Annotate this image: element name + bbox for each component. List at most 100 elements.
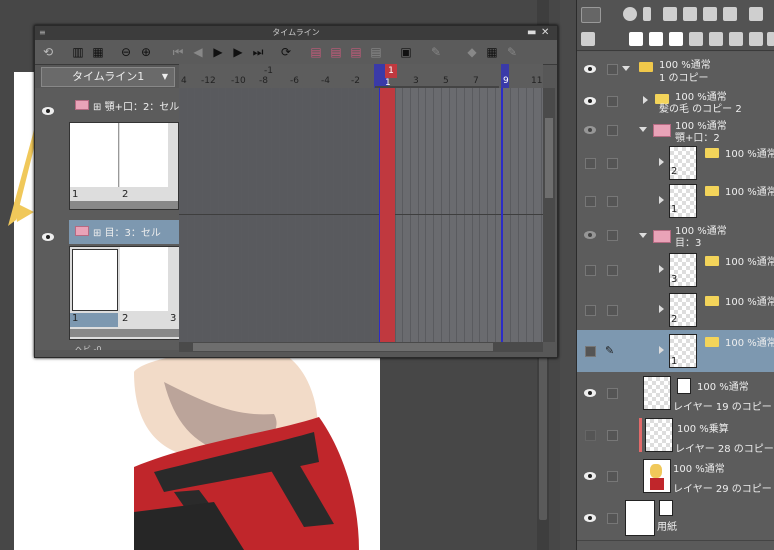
layer-row[interactable]: 100 %通常 顎+口：2 — [577, 116, 774, 145]
cel-thumbnail[interactable] — [70, 123, 119, 187]
expand-arrow-icon[interactable] — [659, 158, 664, 166]
play-icon[interactable]: ▶ — [211, 45, 225, 59]
grip-icon[interactable]: ≡ — [39, 26, 46, 40]
layer-stack-icon[interactable] — [581, 32, 595, 46]
first-frame-icon[interactable]: ⏮ — [171, 45, 185, 59]
expand-arrow-icon[interactable] — [659, 196, 664, 204]
layer-row[interactable]: 100 %乗算 レイヤー 28 のコピー — [577, 414, 774, 457]
clip-icon[interactable] — [749, 32, 763, 46]
layer-row[interactable]: 100 %通常 髪の毛 のコピー 2 — [577, 86, 774, 117]
frame-ruler[interactable]: 1 -1 4 -12 -10 -8 -6 -4 -2 1 3 5 7 9 11 — [179, 64, 543, 88]
visibility-checkbox[interactable] — [585, 346, 596, 357]
paste-icon[interactable]: ▦ — [485, 45, 499, 59]
zoom-out-icon[interactable]: ⊖ — [119, 45, 133, 59]
delete-cel-icon[interactable]: ▤ — [369, 45, 383, 59]
edit-icon[interactable]: ✎ — [505, 45, 519, 59]
lock-checkbox[interactable] — [607, 96, 618, 107]
lock-checkbox[interactable] — [607, 265, 618, 276]
visibility-eye-icon[interactable] — [583, 471, 597, 481]
expand-arrow-icon[interactable] — [659, 346, 664, 354]
track-row[interactable]: ⊞ 顎+口：2：セル 1 2 — [35, 88, 179, 214]
visibility-checkbox[interactable] — [585, 158, 596, 169]
new-raster-layer-icon[interactable] — [629, 32, 643, 46]
palette-icon[interactable] — [663, 7, 677, 21]
expand-arrow-icon[interactable] — [659, 305, 664, 313]
lock-checkbox[interactable] — [607, 513, 618, 524]
next-frame-icon[interactable]: ▶ — [231, 45, 245, 59]
collapse-arrow-icon[interactable] — [639, 233, 647, 238]
scroll-thumb[interactable] — [193, 343, 493, 351]
loop-icon[interactable]: ⟳ — [279, 45, 293, 59]
frame-view2-icon[interactable]: ▦ — [91, 45, 105, 59]
scroll-thumb[interactable] — [545, 118, 553, 198]
lock-checkbox[interactable] — [607, 430, 618, 441]
specify-cel-icon[interactable]: ▤ — [349, 45, 363, 59]
frame-view-icon[interactable]: ▥ — [71, 45, 85, 59]
collapse-arrow-icon[interactable] — [622, 66, 630, 71]
merge-down-icon[interactable] — [709, 32, 723, 46]
lock-checkbox[interactable] — [607, 196, 618, 207]
track-row[interactable]: ⊞ 目：3：セル 1 2 3 ヘビ -0 ... — [35, 220, 181, 350]
visibility-eye-icon[interactable] — [583, 230, 597, 240]
layer-row[interactable]: 100 %通常 2 — [577, 290, 774, 331]
lock-checkbox[interactable] — [607, 305, 618, 316]
visibility-checkbox[interactable] — [585, 430, 596, 441]
new-cel-icon[interactable]: ▤ — [329, 45, 343, 59]
visibility-checkbox[interactable] — [585, 196, 596, 207]
visibility-checkbox[interactable] — [585, 265, 596, 276]
new-folder-icon[interactable] — [669, 32, 683, 46]
mask-icon[interactable] — [623, 7, 637, 21]
expand-arrow-icon[interactable] — [659, 265, 664, 273]
cel-scrollbar[interactable] — [70, 201, 178, 209]
lock-alpha-icon[interactable] — [703, 7, 717, 21]
keyframe-icon[interactable]: ✎ — [429, 45, 443, 59]
onion-skin-icon[interactable]: ▣ — [399, 45, 413, 59]
timeline-horizontal-scrollbar[interactable] — [179, 342, 543, 352]
layer-row[interactable]: 100 %通常 1 のコピー — [577, 52, 774, 87]
color-icon[interactable] — [749, 7, 763, 21]
lock-checkbox[interactable] — [607, 64, 618, 75]
collapse-arrow-icon[interactable] — [639, 127, 647, 132]
visibility-eye-icon[interactable] — [583, 96, 597, 106]
timeline-selector[interactable]: タイムライン1 ▼ — [41, 67, 175, 87]
layer-row[interactable]: 100 %通常 目：3 — [577, 220, 774, 251]
layer-row[interactable]: 100 %通常 3 — [577, 250, 774, 291]
expand-arrow-icon[interactable] — [643, 96, 648, 104]
lock-checkbox[interactable] — [607, 230, 618, 241]
keyframe-diamond-icon[interactable]: ◆ — [465, 45, 479, 59]
current-frame-badge[interactable]: 1 — [385, 64, 397, 78]
visibility-eye-icon[interactable] — [583, 125, 597, 135]
timeline-titlebar[interactable]: タイムライン ≡ ▬ ✕ — [35, 26, 557, 40]
layer-row[interactable]: 100 %通常 レイヤー 29 のコピー — [577, 456, 774, 497]
cel-thumbnail[interactable] — [120, 247, 168, 311]
visibility-eye-icon[interactable] — [583, 64, 597, 74]
lock-checkbox[interactable] — [607, 388, 618, 399]
blend-mode-dropdown[interactable] — [581, 7, 601, 23]
visibility-eye-icon[interactable] — [583, 388, 597, 398]
minimize-icon[interactable]: ▬ — [527, 26, 536, 40]
transfer-down-icon[interactable] — [689, 32, 703, 46]
mask-add-icon[interactable] — [729, 32, 743, 46]
layer-row-selected[interactable]: ✎ 100 %通常 1 — [577, 330, 774, 373]
layer-row[interactable]: 100 %通常 1 — [577, 182, 774, 221]
layer-row[interactable]: 100 %通常 レイヤー 19 のコピー — [577, 372, 774, 415]
visibility-eye-icon[interactable] — [41, 232, 55, 242]
visibility-eye-icon[interactable] — [41, 106, 55, 116]
cel-scrollbar[interactable] — [70, 329, 180, 337]
zoom-in-icon[interactable]: ⊕ — [139, 45, 153, 59]
last-frame-icon[interactable]: ⏭ — [251, 45, 265, 59]
new-vector-layer-icon[interactable] — [649, 32, 663, 46]
layer-row[interactable]: 用紙 — [577, 496, 774, 541]
lock-checkbox[interactable] — [607, 125, 618, 136]
prev-frame-icon[interactable]: ◀ — [191, 45, 205, 59]
reference-icon[interactable] — [723, 7, 737, 21]
close-icon[interactable]: ✕ — [541, 26, 549, 40]
layer-row[interactable]: 100 %通常 2 — [577, 144, 774, 183]
new-animation-folder-icon[interactable]: ▤ — [309, 45, 323, 59]
menu-icon[interactable]: ⟲ — [41, 45, 55, 59]
frame-grid[interactable] — [179, 88, 543, 342]
cel-thumbnail[interactable] — [120, 123, 168, 187]
lock-checkbox[interactable] — [607, 158, 618, 169]
lock-checkbox[interactable] — [607, 471, 618, 482]
pen-icon[interactable] — [643, 7, 651, 21]
